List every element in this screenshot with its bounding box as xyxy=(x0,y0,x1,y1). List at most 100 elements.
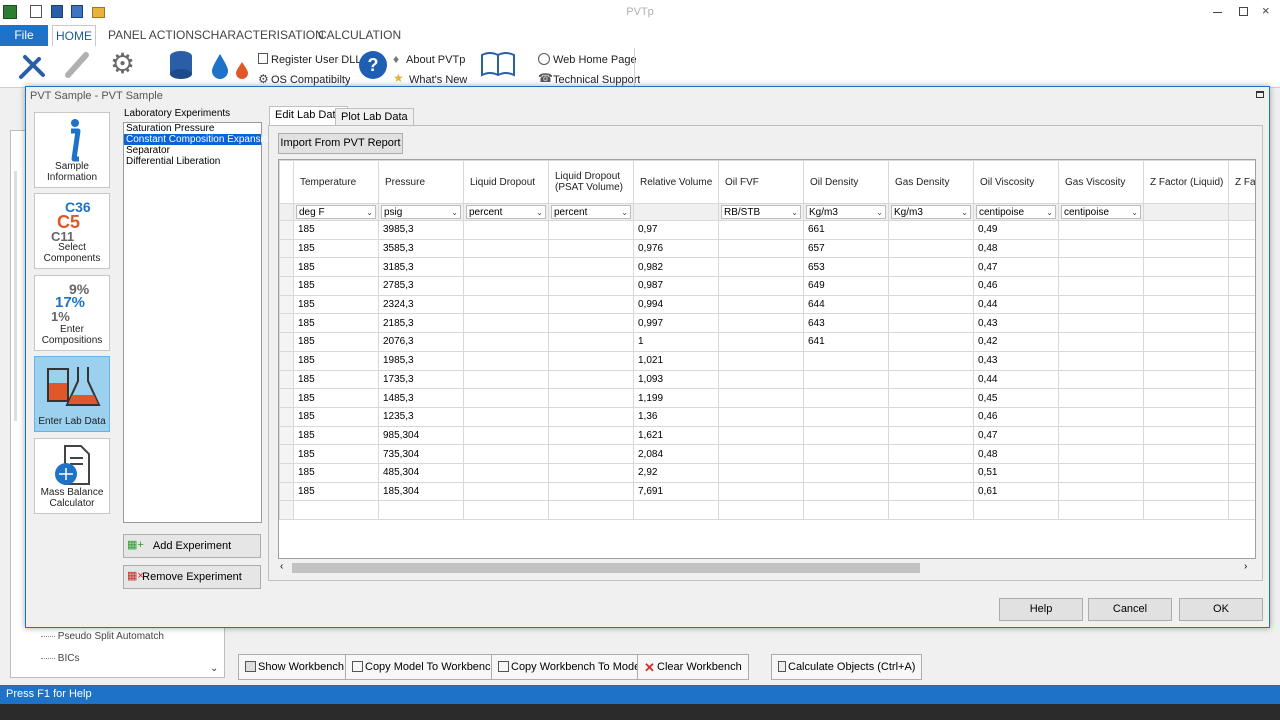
table-cell[interactable] xyxy=(1143,444,1229,464)
copy-model-to-workbench-button[interactable]: Copy Model To Workbench xyxy=(345,654,504,680)
table-cell[interactable] xyxy=(803,481,889,502)
table-cell[interactable]: 735,304 xyxy=(378,444,464,464)
table-cell[interactable] xyxy=(888,444,974,464)
row-header[interactable] xyxy=(279,220,294,240)
import-from-pvt-report-button[interactable]: Import From PVT Report xyxy=(278,133,403,154)
table-cell[interactable] xyxy=(463,313,549,334)
table-cell[interactable] xyxy=(548,313,634,334)
calculate-objects-button[interactable]: Calculate Objects (Ctrl+A) xyxy=(771,654,923,680)
table-cell[interactable]: 0,48 xyxy=(973,444,1059,464)
table-cell[interactable] xyxy=(888,294,974,315)
table-cell[interactable]: 1 xyxy=(633,332,719,352)
unit-select[interactable]: RB/STB ⌄ xyxy=(721,205,801,219)
table-cell[interactable]: 2076,3 xyxy=(378,332,464,352)
table-cell[interactable]: 0,44 xyxy=(973,294,1059,315)
scroll-right-icon[interactable]: › xyxy=(1244,561,1247,572)
tree-item-pseudo-split[interactable]: Pseudo Split Automatch xyxy=(41,631,164,642)
unit-cell[interactable]: percent ⌄ xyxy=(548,203,634,221)
table-cell[interactable]: 0,51 xyxy=(973,462,1059,483)
table-cell[interactable] xyxy=(548,369,634,390)
table-cell[interactable] xyxy=(1143,332,1229,352)
table-cell[interactable]: 3585,3 xyxy=(378,238,464,259)
table-cell[interactable]: 0,46 xyxy=(973,276,1059,296)
about-pvtp-button[interactable]: About PVTp xyxy=(406,54,465,66)
table-cell[interactable] xyxy=(1228,220,1255,240)
table-cell[interactable]: 1985,3 xyxy=(378,350,464,371)
row-header[interactable] xyxy=(279,425,294,446)
table-cell[interactable] xyxy=(1143,481,1229,502)
clear-workbench-button[interactable]: ✕ Clear Workbench xyxy=(637,654,749,680)
table-cell[interactable] xyxy=(888,238,974,259)
unit-select[interactable]: centipoise ⌄ xyxy=(1061,205,1141,219)
table-cell[interactable]: 1735,3 xyxy=(378,369,464,390)
cancel-button[interactable]: Cancel xyxy=(1088,598,1172,621)
table-cell[interactable] xyxy=(463,220,549,240)
experiment-differential-liberation[interactable]: Differential Liberation xyxy=(124,156,261,167)
table-cell[interactable] xyxy=(1058,257,1144,278)
table-cell[interactable] xyxy=(463,294,549,315)
table-cell[interactable] xyxy=(548,500,634,520)
row-header[interactable] xyxy=(279,462,294,483)
row-header[interactable] xyxy=(279,276,294,296)
column-header[interactable]: Temperature xyxy=(293,160,379,204)
table-cell[interactable]: 0,49 xyxy=(973,220,1059,240)
table-cell[interactable] xyxy=(548,238,634,259)
table-cell[interactable] xyxy=(1058,369,1144,390)
table-cell[interactable] xyxy=(463,350,549,371)
tree-item-bics[interactable]: BICs xyxy=(41,653,79,664)
row-header[interactable] xyxy=(279,332,294,352)
globe-icon[interactable] xyxy=(538,53,550,65)
table-cell[interactable] xyxy=(548,462,634,483)
table-cell[interactable]: 185 xyxy=(293,462,379,483)
gear-icon[interactable]: ⚙ xyxy=(110,49,135,79)
phone-icon[interactable]: ☎ xyxy=(538,72,553,84)
table-cell[interactable]: 643 xyxy=(803,313,889,334)
table-cell[interactable] xyxy=(1058,481,1144,502)
table-cell[interactable]: 1,021 xyxy=(633,350,719,371)
table-cell[interactable] xyxy=(1058,332,1144,352)
table-cell[interactable]: 641 xyxy=(803,332,889,352)
table-cell[interactable] xyxy=(1058,313,1144,334)
unit-cell[interactable]: deg F ⌄ xyxy=(293,203,379,221)
table-cell[interactable] xyxy=(1058,294,1144,315)
table-cell[interactable] xyxy=(888,388,974,408)
table-cell[interactable]: 185 xyxy=(293,406,379,427)
table-cell[interactable]: 0,43 xyxy=(973,350,1059,371)
nav-select-components[interactable]: C36 C5 C11 Select Components xyxy=(34,193,110,269)
column-header[interactable]: Oil Density xyxy=(803,160,889,204)
table-cell[interactable]: 649 xyxy=(803,276,889,296)
chevron-down-icon[interactable]: ⌄ xyxy=(791,208,798,217)
table-cell[interactable] xyxy=(888,369,974,390)
table-cell[interactable] xyxy=(888,425,974,446)
table-cell[interactable]: 644 xyxy=(803,294,889,315)
ruler-icon[interactable] xyxy=(64,51,90,79)
table-cell[interactable] xyxy=(463,500,549,520)
table-cell[interactable]: 0,982 xyxy=(633,257,719,278)
about-icon[interactable]: ♦ xyxy=(393,53,399,65)
table-cell[interactable] xyxy=(1058,500,1144,520)
column-header[interactable]: Oil Viscosity xyxy=(973,160,1059,204)
table-cell[interactable] xyxy=(1143,369,1229,390)
table-cell[interactable]: 185 xyxy=(293,238,379,259)
table-cell[interactable] xyxy=(548,444,634,464)
chevron-down-icon[interactable]: ⌄ xyxy=(536,208,543,217)
table-cell[interactable] xyxy=(888,500,974,520)
table-cell[interactable]: 0,47 xyxy=(973,257,1059,278)
unit-select[interactable]: deg F ⌄ xyxy=(296,205,376,219)
row-header[interactable] xyxy=(279,313,294,334)
table-cell[interactable] xyxy=(718,500,804,520)
table-cell[interactable]: 0,976 xyxy=(633,238,719,259)
help-icon[interactable]: ? xyxy=(358,50,388,82)
file-tab[interactable]: File xyxy=(0,25,48,46)
table-cell[interactable] xyxy=(1058,238,1144,259)
table-cell[interactable] xyxy=(718,313,804,334)
table-cell[interactable]: 2,084 xyxy=(633,444,719,464)
unit-cell[interactable] xyxy=(1228,203,1255,221)
table-cell[interactable] xyxy=(803,350,889,371)
table-cell[interactable]: 185,304 xyxy=(378,481,464,502)
row-header[interactable] xyxy=(279,406,294,427)
table-cell[interactable] xyxy=(1228,350,1255,371)
table-cell[interactable] xyxy=(718,257,804,278)
experiment-cce[interactable]: Constant Composition Expansion xyxy=(124,134,274,145)
remove-experiment-button[interactable]: ▦× Remove Experiment xyxy=(123,565,261,589)
